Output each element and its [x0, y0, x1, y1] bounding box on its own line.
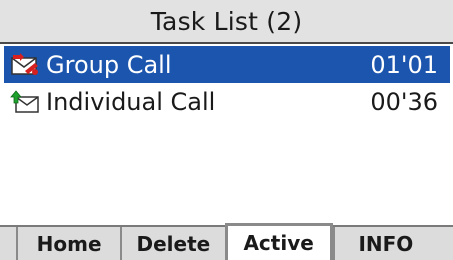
task-row-group-call[interactable]: Group Call 01'01 [4, 46, 450, 83]
softkey-bar: Home Delete Active INFO [0, 223, 453, 260]
task-time: 01'01 [370, 50, 438, 79]
task-row-individual-call[interactable]: Individual Call 00'36 [4, 83, 450, 120]
active-softkey[interactable]: Active [224, 223, 333, 260]
delete-softkey[interactable]: Delete [120, 227, 224, 260]
task-list: Group Call 01'01 Individual Call 00'36 [4, 46, 450, 120]
task-name: Group Call [46, 50, 172, 79]
softkey-edge-right [437, 227, 453, 260]
home-softkey[interactable]: Home [16, 227, 120, 260]
group-call-envelope-icon [10, 52, 40, 78]
radio-screen: Task List (2) Group Call 01'01 Individua… [0, 0, 453, 260]
task-name: Individual Call [46, 87, 216, 116]
info-softkey[interactable]: INFO [332, 227, 437, 260]
task-time: 00'36 [370, 87, 438, 116]
page-title: Task List (2) [150, 6, 303, 36]
softkey-edge-left [0, 227, 16, 260]
individual-call-envelope-icon [10, 89, 40, 115]
title-bar: Task List (2) [0, 0, 453, 44]
